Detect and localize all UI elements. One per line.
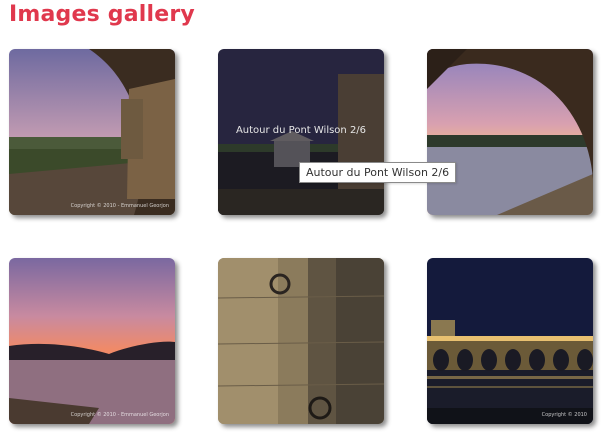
copyright-text: Copyright © 2010 - Emmanuel Georjon [70,412,169,418]
thumbnail-caption: Autour du Pont Wilson 2/6 [235,125,367,136]
gallery-thumbnail-6[interactable]: Copyright © 2010 [427,258,593,424]
gallery-thumbnail-1[interactable]: Copyright © 2010 - Emmanuel Georjon [9,49,175,215]
copyright-text: Copyright © 2010 [541,412,587,418]
bridge-arch-sunset-photo [9,49,175,215]
arch-river-sunset-photo [427,49,593,215]
river-orange-sunset-photo [9,258,175,424]
gallery-thumbnail-5[interactable] [218,258,384,424]
copyright-text: Copyright © 2010 - Emmanuel Georjon [70,203,169,209]
gallery-thumbnail-2[interactable]: Autour du Pont Wilson 2/6 [218,49,384,215]
page-title: Images gallery [9,2,195,27]
illuminated-bridge-night-photo [427,258,593,424]
stone-wall-rings-photo [218,258,384,424]
hover-tooltip: Autour du Pont Wilson 2/6 [299,162,457,183]
gallery-thumbnail-3[interactable] [427,49,593,215]
gallery-thumbnail-4[interactable]: Copyright © 2010 - Emmanuel Georjon [9,258,175,424]
